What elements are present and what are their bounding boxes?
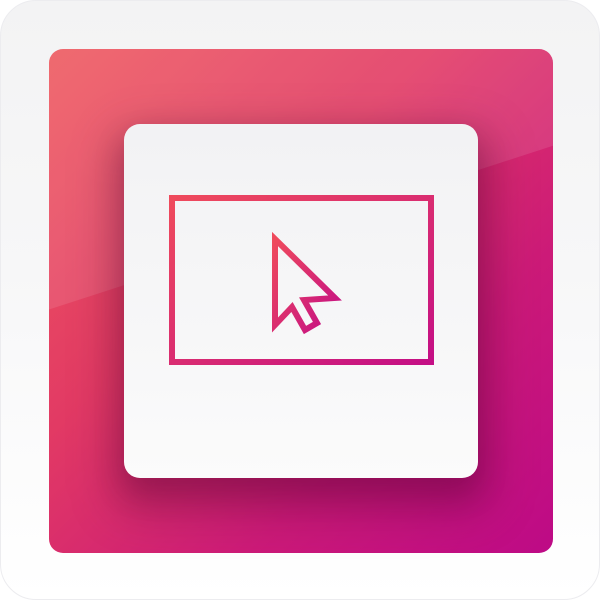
cursor-arrow-icon (272, 231, 342, 335)
app-icon-tile[interactable] (0, 0, 600, 600)
icon-card (124, 124, 478, 478)
monitor-screen-icon (169, 195, 434, 365)
monitor-icon (169, 195, 434, 412)
